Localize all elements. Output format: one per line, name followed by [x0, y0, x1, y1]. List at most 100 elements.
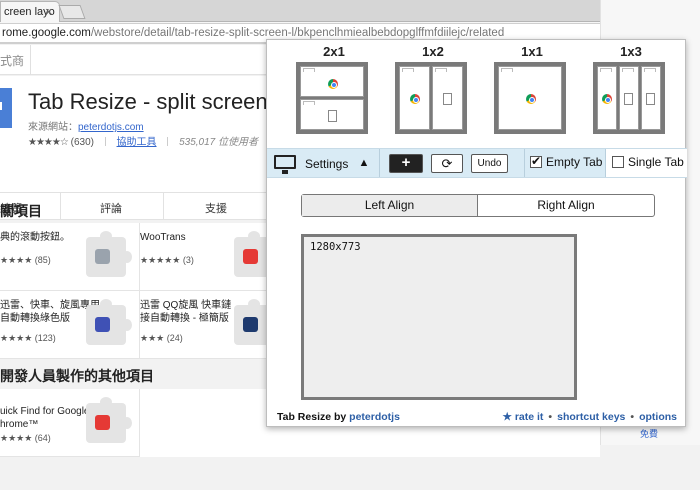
- options-link[interactable]: options: [639, 411, 677, 423]
- control-bar: Settings ▲ + ⟳ Undo Empty Tab Single Tab: [267, 148, 687, 178]
- chrome-icon: [602, 94, 612, 104]
- single-tab-checkbox[interactable]: [612, 156, 624, 168]
- mini-window: [641, 66, 661, 130]
- extension-badge-icon: [243, 317, 258, 332]
- card-count: (64): [34, 433, 51, 443]
- layout-option-1x1[interactable]: 1x1: [492, 44, 572, 134]
- app-logo-icon: [0, 88, 12, 128]
- extension-badge-icon: [95, 249, 110, 264]
- extension-badge-icon: [95, 415, 110, 430]
- card-stars: ★★★★: [0, 333, 33, 343]
- developer-card[interactable]: uick Find for Google hrome™ ★★★★ (64): [0, 389, 140, 457]
- monitor-icon: [274, 155, 296, 174]
- layout-label: 1x2: [422, 44, 444, 59]
- card-rating: ★★★★ (85): [0, 255, 51, 266]
- card-name: 典的滾動按鈕。: [0, 232, 70, 243]
- user-count: 535,017 位使用者: [179, 137, 259, 148]
- mini-window: [300, 99, 364, 130]
- right-align-button[interactable]: Right Align: [478, 195, 654, 216]
- document-icon: [646, 93, 655, 105]
- mini-window: [619, 66, 639, 130]
- category-link[interactable]: 協助工具: [117, 137, 157, 148]
- new-tab-button[interactable]: [58, 5, 86, 19]
- layout-option-1x3[interactable]: 1x3: [591, 44, 671, 134]
- popup-footer: Tab Resize by peterdotjs ★ rate it • short…: [277, 411, 677, 423]
- card-count: (123): [34, 333, 56, 343]
- store-header-divider: [30, 45, 31, 75]
- tab-divider: [60, 193, 61, 220]
- card-name: 迅雷、快車、旋風專用 自動轉換綠色版: [0, 300, 100, 324]
- url-path: /webstore/detail/tab-resize-split-screen…: [90, 27, 505, 39]
- tab-close-icon[interactable]: ×: [45, 4, 53, 19]
- layout-option-2x1[interactable]: 2x1: [294, 44, 374, 134]
- chrome-icon: [328, 79, 338, 89]
- extension-badge-icon: [95, 317, 110, 332]
- alignment-toggle: Left Align Right Align: [301, 194, 655, 217]
- card-name: 迅雷 QQ旋風 快車鏈 接自動轉換 - 極簡版: [140, 300, 232, 324]
- layout-preview[interactable]: [296, 62, 368, 134]
- settings-label[interactable]: Settings: [305, 157, 348, 171]
- rating-separator: [167, 137, 169, 146]
- collapse-settings-button[interactable]: ▲: [354, 155, 374, 172]
- extension-badge-icon: [243, 249, 258, 264]
- tab-strip: creen layo × ⊠: [0, 0, 700, 22]
- developer-prefix: 來源網站：: [28, 122, 78, 133]
- left-align-button[interactable]: Left Align: [302, 195, 477, 216]
- chrome-icon: [410, 94, 420, 104]
- layout-preview[interactable]: [395, 62, 467, 134]
- single-tab-wrap[interactable]: Single Tab: [612, 155, 684, 173]
- undo-button[interactable]: Undo: [471, 154, 508, 173]
- tab-resize-popup: 2x1 1x2 1x1 1x3 Settings ▲ + ⟳ Undo ✔ Em…: [266, 39, 687, 427]
- single-tab-label: Single Tab: [628, 155, 684, 169]
- tab-support[interactable]: 支援: [205, 200, 227, 216]
- card-rating: ★★★★★ (3): [140, 255, 194, 266]
- card-stars: ★★★★★: [140, 255, 181, 265]
- author-link[interactable]: peterdotjs: [349, 411, 400, 423]
- card-name: uick Find for Google hrome™: [0, 406, 90, 430]
- store-home-link[interactable]: 式商: [0, 52, 24, 69]
- card-rating: ★★★★ (64): [0, 433, 51, 444]
- puzzle-icon: [86, 397, 132, 443]
- control-divider: [379, 149, 380, 177]
- shortcut-keys-link[interactable]: shortcut keys: [557, 411, 625, 423]
- empty-tab-checkbox[interactable]: [530, 154, 542, 168]
- related-section-title: 關項目: [0, 203, 42, 219]
- card-stars: ★★★★: [0, 255, 33, 265]
- layout-preview[interactable]: [494, 62, 566, 134]
- chrome-icon: [526, 94, 536, 104]
- card-stars: ★★★: [140, 333, 165, 343]
- related-card[interactable]: 迅雷 QQ旋風 快車鏈 接自動轉換 - 極簡版 ★★★ (24): [140, 291, 280, 359]
- empty-tab-option[interactable]: Empty Tab: [525, 149, 605, 177]
- developer-link[interactable]: peterdotjs.com: [78, 122, 144, 133]
- add-layout-button[interactable]: +: [389, 154, 423, 173]
- empty-tab-wrap[interactable]: Empty Tab: [530, 154, 602, 173]
- card-stars: ★★★★: [0, 433, 33, 443]
- rating-separator: [104, 137, 106, 146]
- free-label[interactable]: 免費: [640, 427, 658, 440]
- mini-window: [399, 66, 430, 130]
- puzzle-icon: [86, 299, 132, 345]
- related-card[interactable]: WooTrans ★★★★★ (3): [140, 223, 280, 291]
- related-card[interactable]: 典的滾動按鈕。 ★★★★ (85): [0, 223, 140, 291]
- layout-option-1x2[interactable]: 1x2: [393, 44, 473, 134]
- footer-dot: •: [630, 411, 635, 423]
- rating-stars: ★★★★☆: [28, 137, 69, 148]
- mini-window: [432, 66, 463, 130]
- resolution-text: 1280x773: [310, 241, 361, 253]
- browser-tab[interactable]: creen layo ×: [0, 1, 60, 22]
- rate-it-link[interactable]: ★ rate it: [502, 411, 543, 423]
- card-count: (85): [34, 255, 51, 265]
- reset-button[interactable]: ⟳: [431, 154, 463, 173]
- document-icon: [624, 93, 633, 105]
- puzzle-icon: [86, 231, 132, 277]
- layout-preview[interactable]: [593, 62, 665, 134]
- footer-prefix: Tab Resize by: [277, 411, 350, 423]
- tab-reviews[interactable]: 評論: [100, 200, 122, 216]
- document-icon: [328, 110, 337, 122]
- related-card[interactable]: 迅雷、快車、旋風專用 自動轉換綠色版 ★★★★ (123): [0, 291, 140, 359]
- mini-window: [498, 66, 562, 130]
- more-from-developer-title: 開發人員製作的其他項目: [0, 368, 154, 384]
- resolution-preview[interactable]: 1280x773: [301, 234, 577, 400]
- layout-label: 2x1: [323, 44, 345, 59]
- single-tab-option[interactable]: Single Tab: [606, 149, 687, 177]
